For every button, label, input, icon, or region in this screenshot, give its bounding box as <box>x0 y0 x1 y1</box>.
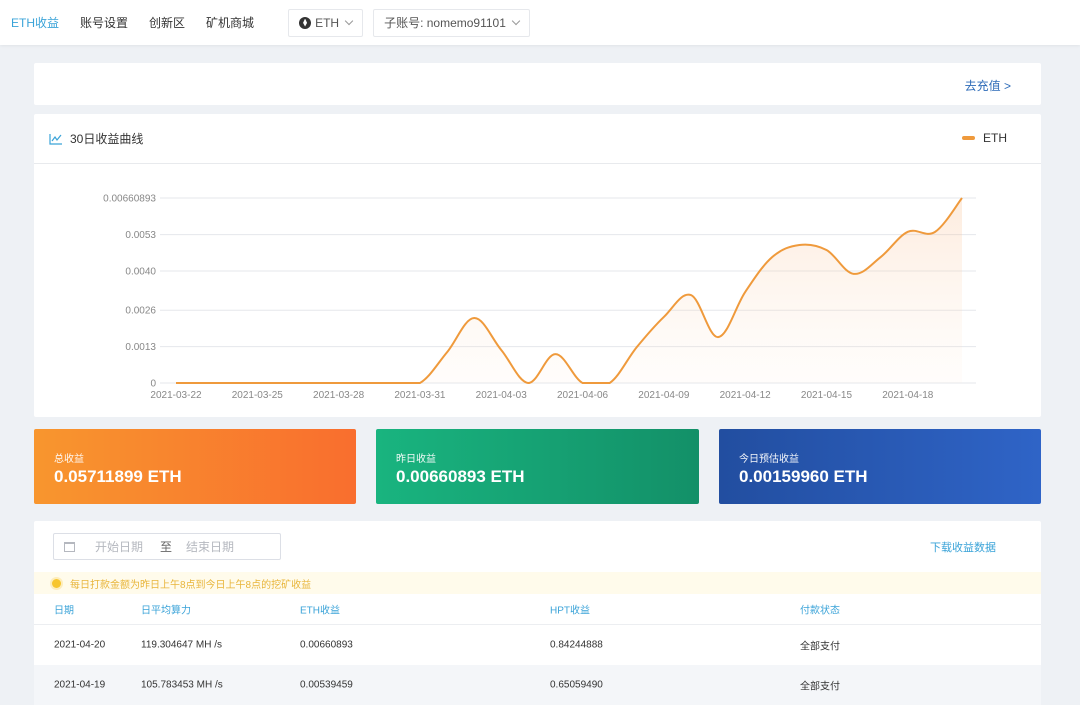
recharge-link[interactable]: 去充值 > <box>965 77 1011 94</box>
coin-select-value: ETH <box>315 15 340 30</box>
cell-hashrate: 119.304647 MH /s <box>141 639 222 651</box>
y-tick-label: 0.0053 <box>125 230 156 241</box>
line-chart-icon <box>49 133 62 145</box>
y-tick-label: 0.0040 <box>125 267 156 278</box>
legend-label-eth: ETH <box>983 131 1007 145</box>
lightbulb-icon <box>52 578 61 588</box>
chevron-down-icon <box>344 16 354 25</box>
table-row: 2021-04-20 119.304647 MH /s 0.00660893 0… <box>34 625 1041 665</box>
column-header-hpt-earnings[interactable]: HPT收益 <box>550 602 590 617</box>
column-header-date[interactable]: 日期 <box>54 602 74 617</box>
cell-eth-earnings: 0.00539459 <box>300 679 353 691</box>
cell-hpt-earnings: 0.65059490 <box>550 679 603 691</box>
table-header: 日期 日平均算力 ETH收益 HPT收益 付款状态 <box>34 594 1041 625</box>
stat-total-earnings: 总收益 0.05711899 ETH <box>34 429 356 504</box>
top-nav: ETH收益 账号设置 创新区 矿机商城 ETH 子账号: nomemo91101 <box>0 0 1080 45</box>
stat-value: 0.00159960 ETH <box>739 467 868 486</box>
stat-yesterday-earnings: 昨日收益 0.00660893 ETH <box>376 429 699 504</box>
end-date-input[interactable]: 结束日期 <box>186 538 234 555</box>
column-header-hashrate[interactable]: 日平均算力 <box>141 602 191 617</box>
x-tick-label: 2021-04-15 <box>801 390 853 401</box>
payout-notice: 每日打款金额为昨日上午8点到今日上午8点的挖矿收益 <box>34 572 1041 594</box>
date-range-picker[interactable]: 开始日期 至 结束日期 <box>53 533 281 560</box>
x-tick-label: 2021-03-31 <box>394 390 446 401</box>
coin-select[interactable]: ETH <box>288 8 364 37</box>
calendar-icon <box>64 541 75 552</box>
stat-value: 0.00660893 ETH <box>396 467 525 486</box>
y-tick-label: 0.0013 <box>125 342 156 353</box>
download-earnings-link[interactable]: 下载收益数据 <box>930 539 996 555</box>
nav-miner-store[interactable]: 矿机商城 <box>206 14 254 31</box>
series-area-eth <box>176 198 962 383</box>
earnings-line-chart: 0 0.0013 0.0026 0.0040 0.0053 0.00660893 2021… <box>103 194 976 401</box>
start-date-input[interactable]: 开始日期 <box>95 538 143 555</box>
chart-legend[interactable]: ETH <box>962 131 1007 145</box>
x-tick-label: 2021-04-03 <box>476 390 528 401</box>
stat-label: 昨日收益 <box>396 454 436 465</box>
x-tick-label: 2021-03-25 <box>232 390 284 401</box>
nav-innovation-zone[interactable]: 创新区 <box>149 14 185 31</box>
x-tick-label: 2021-04-12 <box>720 390 772 401</box>
cell-payment-status: 全部支付 <box>800 681 840 693</box>
x-tick-label: 2021-04-09 <box>638 390 690 401</box>
nav-account-settings[interactable]: 账号设置 <box>80 14 128 31</box>
chart-header: 30日收益曲线 ETH <box>34 114 1041 164</box>
y-tick-label: 0.0026 <box>125 306 156 317</box>
column-header-eth-earnings[interactable]: ETH收益 <box>300 602 340 617</box>
cell-date: 2021-04-20 <box>54 639 106 651</box>
x-tick-label: 2021-03-22 <box>150 390 202 401</box>
cell-hashrate: 105.783453 MH /s <box>141 679 223 691</box>
cell-eth-earnings: 0.00660893 <box>300 639 353 651</box>
stat-label: 今日预估收益 <box>739 454 799 465</box>
earnings-table-card: 开始日期 至 结束日期 下载收益数据 每日打款金额为昨日上午8点到今日上午8点的… <box>34 521 1041 705</box>
chart-title: 30日收益曲线 <box>70 132 144 146</box>
date-range-separator: 至 <box>160 540 173 554</box>
eth-coin-icon <box>299 16 312 29</box>
legend-swatch-eth <box>962 136 975 140</box>
subaccount-select[interactable]: 子账号: nomemo91101 <box>373 8 530 37</box>
column-header-payment-status[interactable]: 付款状态 <box>800 602 840 617</box>
table-row: 2021-04-19 105.783453 MH /s 0.00539459 0… <box>34 665 1041 705</box>
cell-date: 2021-04-19 <box>54 679 106 691</box>
x-tick-label: 2021-03-28 <box>313 390 365 401</box>
stat-today-estimate: 今日预估收益 0.00159960 ETH <box>719 429 1041 504</box>
subaccount-select-value: 子账号: nomemo91101 <box>384 16 506 30</box>
y-tick-label: 0.00660893 <box>103 194 156 205</box>
x-tick-label: 2021-04-18 <box>882 390 934 401</box>
y-tick-label: 0 <box>150 379 156 390</box>
stat-value: 0.05711899 ETH <box>54 467 182 486</box>
stat-label: 总收益 <box>54 454 84 465</box>
chevron-down-icon <box>511 16 521 25</box>
earnings-chart-card: 30日收益曲线 ETH 0 0.0013 0.0026 0.0040 0.0053 0.0… <box>34 114 1041 417</box>
x-tick-label: 2021-04-06 <box>557 390 609 401</box>
cell-hpt-earnings: 0.84244888 <box>550 639 603 651</box>
cell-payment-status: 全部支付 <box>800 641 840 653</box>
nav-eth-earnings[interactable]: ETH收益 <box>11 14 59 31</box>
recharge-card: 去充值 > <box>34 63 1041 105</box>
notice-text: 每日打款金额为昨日上午8点到今日上午8点的挖矿收益 <box>70 579 312 591</box>
